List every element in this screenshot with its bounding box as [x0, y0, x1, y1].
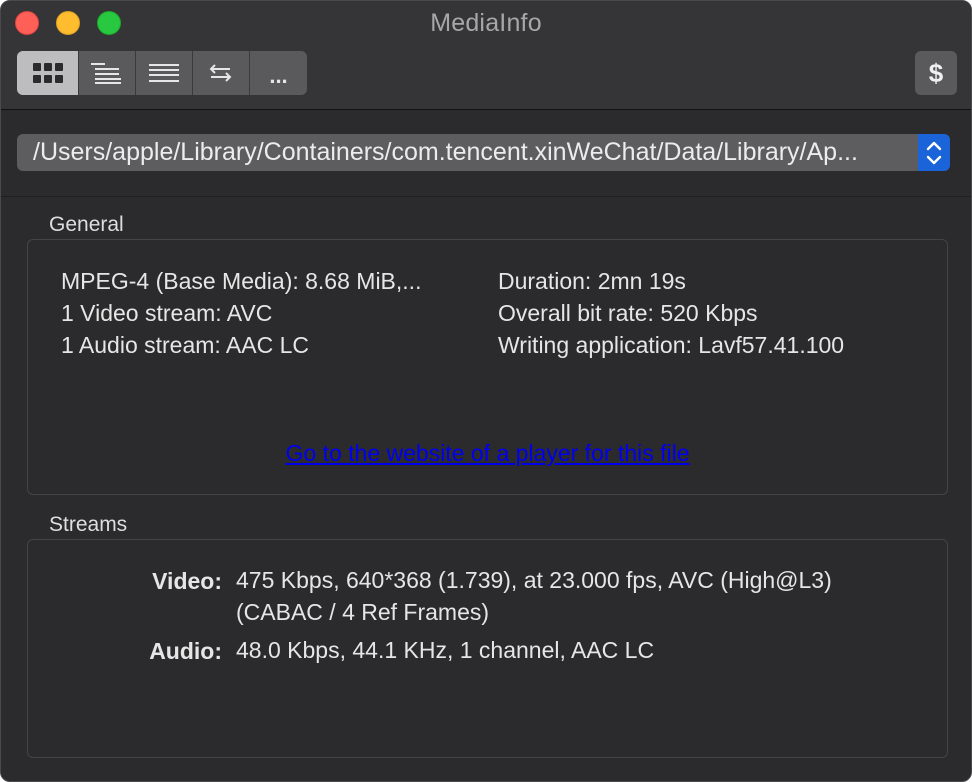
general-writing-app: Writing application: Lavf57.41.100	[498, 332, 845, 358]
general-format: MPEG-4 (Base Media): 8.68 MiB,...	[61, 268, 422, 294]
view-html-button[interactable]	[193, 51, 250, 95]
video-stream-line-2: (CABAC / 4 Ref Frames)	[236, 599, 490, 625]
swap-arrows-icon	[209, 64, 232, 82]
view-text-button[interactable]	[136, 51, 193, 95]
video-stream-value: 475 Kbps, 640*368 (1.739), at 23.000 fps…	[236, 564, 832, 628]
file-path-value: /Users/apple/Library/Containers/com.tenc…	[33, 138, 858, 166]
mediainfo-window: MediaInfo ... $ /Users/apple/Library/Con…	[0, 0, 972, 782]
general-box: MPEG-4 (Base Media): 8.68 MiB,... 1 Vide…	[27, 239, 948, 495]
tree-list-icon	[91, 63, 121, 84]
video-stream-label: Video:	[152, 568, 222, 594]
audio-stream-value: 48.0 Kbps, 44.1 KHz, 1 channel, AAC LC	[236, 637, 655, 663]
chevron-up-down-icon	[926, 141, 942, 164]
view-tree-button[interactable]	[79, 51, 136, 95]
streams-box: Video: 475 Kbps, 640*368 (1.739), at 23.…	[27, 539, 948, 758]
sponsor-button[interactable]: $	[915, 51, 957, 95]
view-mode-segmented-control: ...	[17, 51, 307, 95]
popup-stepper[interactable]	[918, 134, 950, 171]
player-website-link[interactable]: Go to the website of a player for this f…	[28, 440, 947, 467]
view-easy-button[interactable]	[17, 51, 79, 95]
divider	[1, 196, 971, 197]
window-title: MediaInfo	[430, 9, 542, 37]
file-path-popup[interactable]: /Users/apple/Library/Containers/com.tenc…	[17, 134, 950, 171]
general-heading: General	[49, 213, 124, 236]
general-bitrate: Overall bit rate: 520 Kbps	[498, 300, 758, 326]
grid-icon	[32, 63, 63, 83]
streams-heading: Streams	[49, 513, 128, 536]
dollar-icon: $	[928, 57, 944, 88]
more-views-button[interactable]: ...	[250, 51, 307, 95]
general-audio-count: 1 Audio stream: AAC LC	[61, 332, 310, 358]
general-duration: Duration: 2mn 19s	[498, 268, 686, 294]
text-list-icon	[149, 64, 179, 82]
general-video-count: 1 Video stream: AVC	[61, 300, 273, 326]
audio-stream-label: Audio:	[149, 638, 222, 664]
video-stream-line-1: 475 Kbps, 640*368 (1.739), at 23.000 fps…	[236, 567, 832, 593]
more-icon: ...	[269, 63, 288, 88]
titlebar: MediaInfo ... $	[1, 1, 971, 110]
